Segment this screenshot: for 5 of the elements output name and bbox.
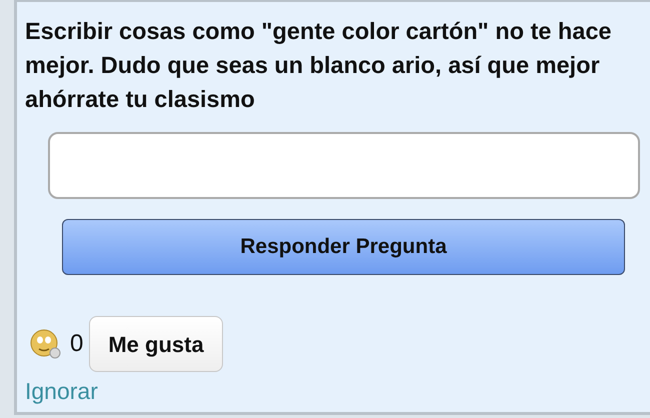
question-text: Escribir cosas como "gente color cartón" no te hace mejor. Dudo que seas un blanco ario, así que mejor ahórrate tu clasismo [25, 17, 612, 114]
answer-field[interactable] [48, 132, 640, 199]
reply-button[interactable]: Responder Pregunta [62, 219, 625, 275]
like-count: 0 [70, 329, 84, 359]
like-button[interactable]: Me gusta [89, 316, 223, 372]
